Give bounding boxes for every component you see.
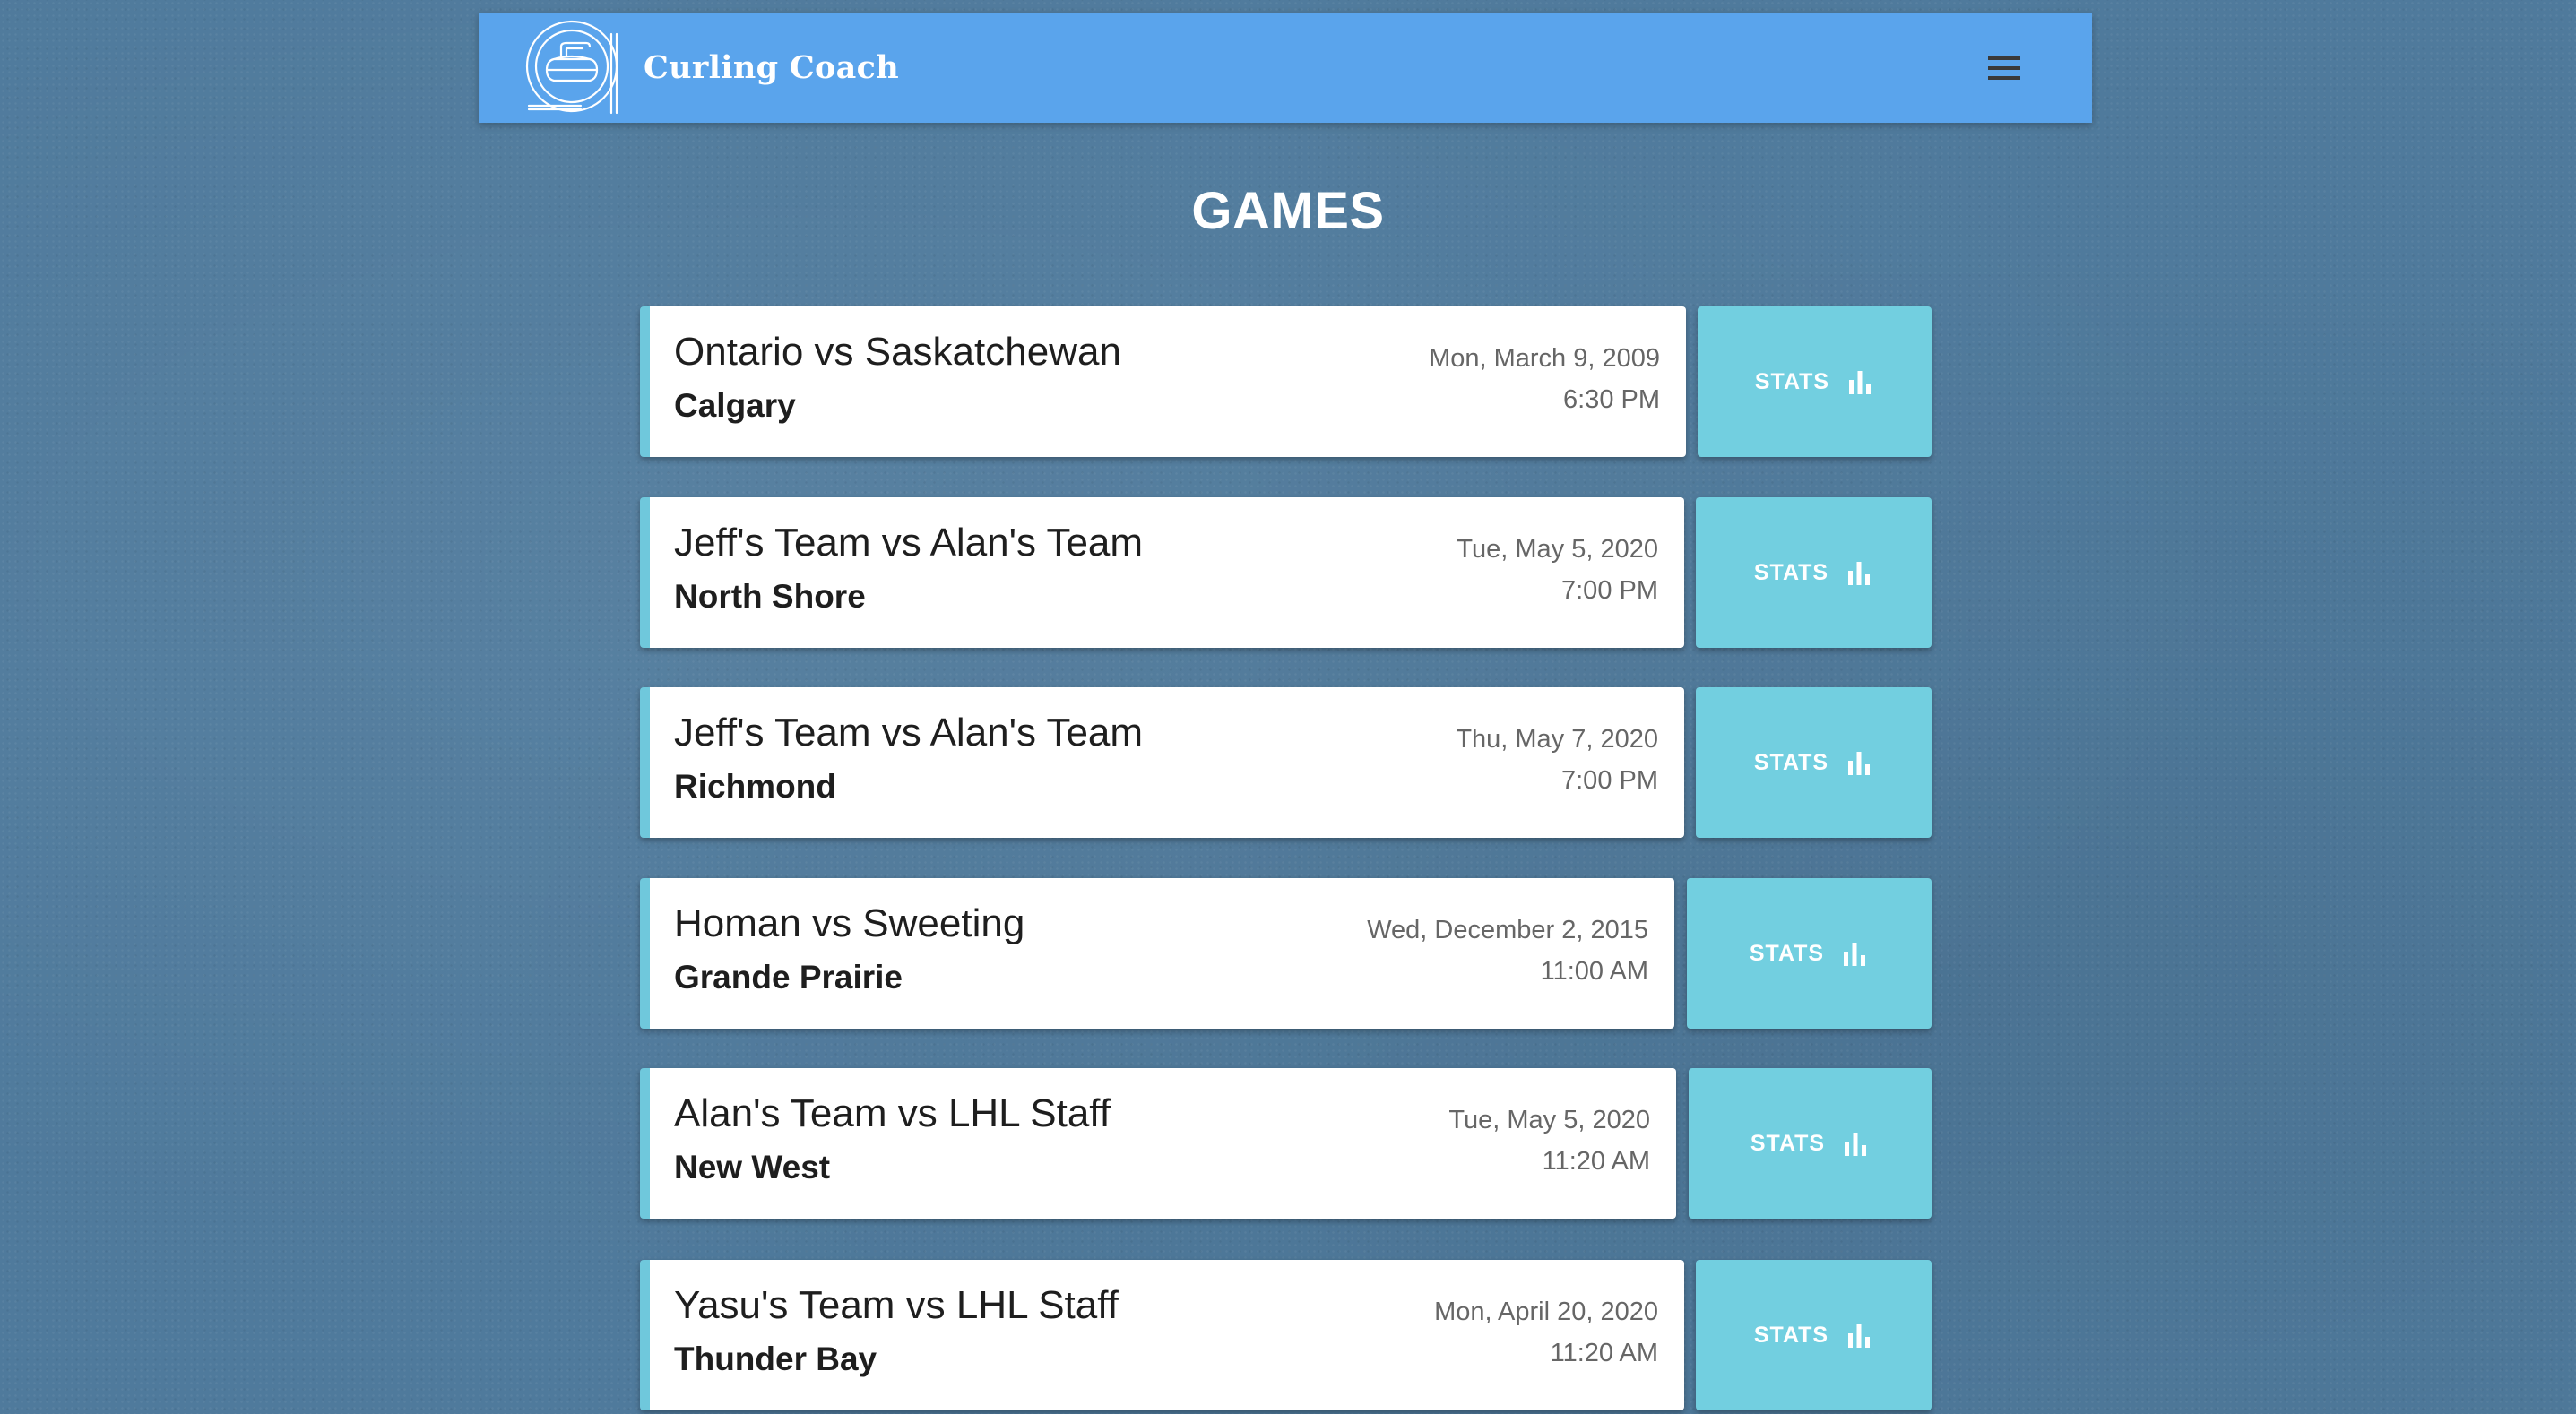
game-date: Mon, March 9, 2009 bbox=[1429, 344, 1660, 373]
game-date: Wed, December 2, 2015 bbox=[1367, 916, 1648, 944]
game-card[interactable]: Ontario vs Saskatchewan Calgary Mon, Mar… bbox=[640, 306, 1686, 457]
game-matchup: Jeff's Team vs Alan's Team bbox=[674, 521, 1144, 565]
game-matchup: Ontario vs Saskatchewan bbox=[674, 330, 1121, 374]
page-title: GAMES bbox=[1191, 182, 1385, 240]
game-matchup: Yasu's Team vs LHL Staff bbox=[674, 1283, 1119, 1327]
stats-button[interactable]: STATS bbox=[1687, 878, 1932, 1029]
stats-button[interactable]: STATS bbox=[1698, 306, 1932, 457]
game-date: Tue, May 5, 2020 bbox=[1448, 1106, 1650, 1134]
game-card[interactable]: Jeff's Team vs Alan's Team Richmond Thu,… bbox=[640, 687, 1684, 838]
stats-button[interactable]: STATS bbox=[1689, 1068, 1932, 1219]
game-location: Calgary bbox=[674, 387, 796, 424]
game-location: Grande Prairie bbox=[674, 959, 903, 996]
stats-button-label: STATS bbox=[1749, 940, 1825, 966]
game-matchup: Jeff's Team vs Alan's Team bbox=[674, 711, 1144, 754]
game-card[interactable]: Alan's Team vs LHL Staff New West Tue, M… bbox=[640, 1068, 1676, 1219]
hamburger-menu-icon[interactable] bbox=[1983, 47, 2026, 90]
stats-button-label: STATS bbox=[1753, 1322, 1829, 1348]
game-time: 11:20 AM bbox=[1550, 1339, 1658, 1367]
game-card[interactable]: Jeff's Team vs Alan's Team North Shore T… bbox=[640, 497, 1684, 648]
curling-stone-icon[interactable] bbox=[523, 20, 624, 116]
game-time: 6:30 PM bbox=[1563, 385, 1660, 414]
game-matchup: Alan's Team vs LHL Staff bbox=[674, 1091, 1111, 1135]
bar-chart-icon bbox=[1844, 943, 1866, 966]
app-name[interactable]: Curling Coach bbox=[644, 13, 899, 123]
game-time: 11:00 AM bbox=[1540, 957, 1648, 986]
game-location: New West bbox=[674, 1149, 831, 1186]
stats-button-label: STATS bbox=[1753, 559, 1829, 585]
bar-chart-icon bbox=[1848, 562, 1871, 585]
stats-button[interactable]: STATS bbox=[1696, 687, 1932, 838]
game-time: 7:00 PM bbox=[1561, 766, 1658, 795]
game-card[interactable]: Homan vs Sweeting Grande Prairie Wed, De… bbox=[640, 878, 1674, 1029]
game-time: 11:20 AM bbox=[1542, 1147, 1650, 1176]
game-card[interactable]: Yasu's Team vs LHL Staff Thunder Bay Mon… bbox=[640, 1260, 1684, 1410]
stats-button[interactable]: STATS bbox=[1696, 1260, 1932, 1410]
game-date: Thu, May 7, 2020 bbox=[1456, 725, 1658, 754]
bar-chart-icon bbox=[1848, 1324, 1871, 1348]
game-date: Tue, May 5, 2020 bbox=[1457, 535, 1658, 564]
stats-button[interactable]: STATS bbox=[1696, 497, 1932, 648]
game-matchup: Homan vs Sweeting bbox=[674, 901, 1025, 945]
game-date: Mon, April 20, 2020 bbox=[1434, 1298, 1658, 1326]
bar-chart-icon bbox=[1848, 752, 1871, 775]
bar-chart-icon bbox=[1845, 1133, 1867, 1156]
bar-chart-icon bbox=[1849, 371, 1871, 394]
game-time: 7:00 PM bbox=[1561, 576, 1658, 605]
stats-button-label: STATS bbox=[1754, 368, 1830, 394]
stats-button-label: STATS bbox=[1753, 749, 1829, 775]
game-location: Thunder Bay bbox=[674, 1341, 877, 1377]
top-navbar: Curling Coach bbox=[479, 13, 2092, 123]
stats-button-label: STATS bbox=[1750, 1130, 1826, 1156]
game-location: Richmond bbox=[674, 768, 836, 805]
game-location: North Shore bbox=[674, 578, 866, 615]
